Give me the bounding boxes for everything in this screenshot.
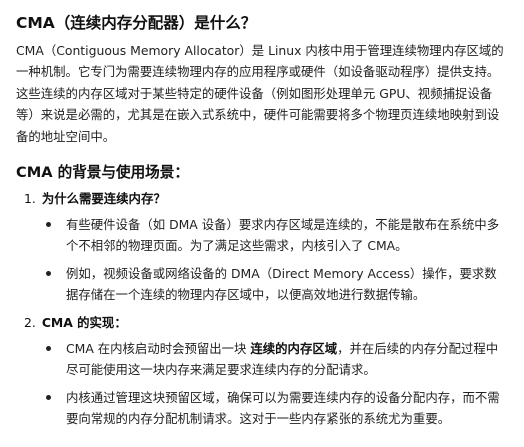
bullet-text: 内核通过管理这块预留区域，确保可以为需要连续内存的设备分配内存，而不需要向常规的… bbox=[66, 390, 500, 427]
bullet-text-before: CMA 在内核启动时会预留出一块 bbox=[66, 341, 251, 356]
intro-paragraph: CMA（Contiguous Memory Allocator）是 Linux … bbox=[16, 43, 504, 144]
bullet-text-bold: 连续的内存区域 bbox=[250, 341, 338, 356]
bullet-text: CMA 在内核启动时会预留出一块 连续的内存区域，并在后续的内存分配过程中尽可能… bbox=[66, 338, 506, 381]
bullet-icon bbox=[46, 395, 51, 400]
list-item-2-heading: 2. CMA 的实现： bbox=[24, 313, 127, 331]
bullet-icon bbox=[46, 346, 51, 351]
bullet-icon bbox=[46, 222, 51, 227]
page-title: CMA（连续内存分配器）是什么？ bbox=[16, 14, 257, 32]
bullet-icon bbox=[46, 271, 51, 276]
list-item-1-heading: 1. 为什么需要连续内存？ bbox=[24, 189, 166, 207]
section-heading: CMA 的背景与使用场景： bbox=[16, 164, 189, 181]
list-item-2-number: 2. bbox=[24, 315, 36, 330]
list-item-1-number: 1. bbox=[24, 191, 36, 206]
list-item-2-title: CMA 的实现： bbox=[41, 315, 127, 330]
bullet-text: 有些硬件设备（如 DMA 设备）要求内存区域是连续的，不能是散布在系统中多个不相… bbox=[66, 217, 500, 254]
list-item-1-title: 为什么需要连续内存？ bbox=[41, 191, 166, 206]
bullet-text: 例如，视频设备或网络设备的 DMA（Direct Memory Access）操… bbox=[66, 266, 497, 303]
